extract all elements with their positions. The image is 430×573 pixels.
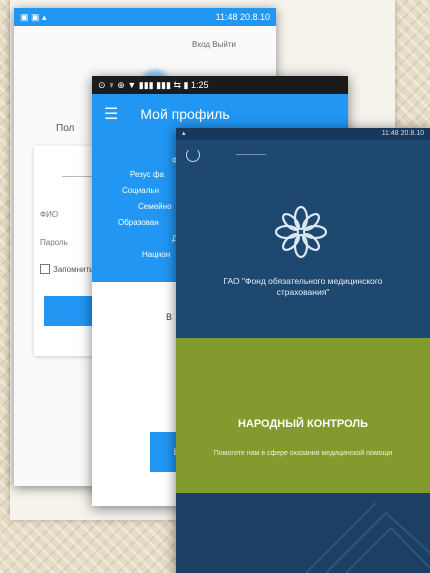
profile-row: Национ	[142, 250, 171, 259]
password-field-label[interactable]: Пароль	[40, 238, 68, 247]
status-time: 1:25	[190, 80, 209, 90]
status-bar: ▣ ▣ ▴ 11:48 20.8.10	[14, 8, 276, 26]
decorative-pattern-icon	[305, 502, 430, 573]
profile-row: Резус фа	[130, 170, 164, 179]
status-bar: ⊙ ♆ ⊕ ▼ ▮▮▮ ▮▮▮ ⇆ ▮ 1:25	[92, 76, 348, 94]
status-time: 11:48 20.8.10	[381, 130, 424, 137]
profile-row: Образован	[118, 218, 159, 227]
tile-subtitle: Помогите нам в сфере оказания медицинско…	[213, 450, 393, 457]
fund-logo-icon	[274, 205, 328, 259]
loading-icon	[186, 148, 200, 162]
header-text: ──────	[236, 152, 266, 159]
checkbox-icon[interactable]	[40, 264, 50, 274]
status-icons: ⊙ ♆ ⊕ ▼ ▮▮▮ ▮▮▮ ⇆ ▮	[98, 80, 191, 90]
org-name: ГАО "Фонд обязательного медицинского стр…	[223, 276, 383, 298]
status-icons: ▣ ▣ ▴	[20, 12, 47, 22]
tile-title: НАРОДНЫЙ КОНТРОЛЬ	[237, 418, 369, 430]
page-title: Мой профиль	[140, 106, 230, 122]
login-title: Пол	[56, 123, 75, 134]
status-icons: ▴	[182, 130, 186, 137]
status-time: 11:48 20.8.10	[215, 12, 270, 22]
people-control-tile[interactable]: НАРОДНЫЙ КОНТРОЛЬ Помогите нам в сфере о…	[176, 338, 430, 493]
profile-row: Социальн	[122, 186, 159, 195]
bottom-panel	[176, 493, 430, 573]
menu-icon[interactable]: ☰	[104, 104, 118, 124]
profile-row: Семейно	[138, 202, 172, 211]
remember-label: Запомнить	[53, 264, 94, 274]
splash-screen: ▴ 11:48 20.8.10 ────── ГАО "Фонд обязате…	[176, 128, 430, 573]
status-bar: ▴ 11:48 20.8.10	[176, 128, 430, 140]
remember-checkbox[interactable]: Запомнить	[40, 264, 93, 274]
name-field-label[interactable]: ФИО	[40, 210, 58, 219]
top-links[interactable]: Вход Выйти	[14, 26, 276, 56]
header-panel: ────── ГАО "Фонд обязательного медицинск…	[176, 140, 430, 338]
